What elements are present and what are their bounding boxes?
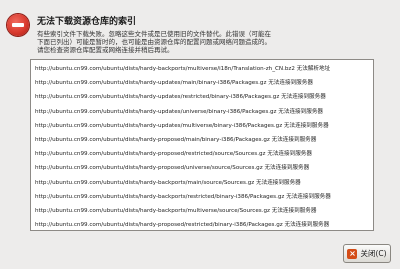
message-line: 请您检查资源仓库配置或网络连接并稍后再试。 <box>37 46 174 54</box>
error-row[interactable]: http://ubuntu.cn99.com/ubuntu/dists/hard… <box>35 207 369 221</box>
close-icon: × <box>347 248 358 259</box>
error-list[interactable]: http://ubuntu.cn99.com/ubuntu/dists/hard… <box>30 59 374 231</box>
close-button[interactable]: × 关闭(C) <box>343 244 391 263</box>
error-row[interactable]: http://ubuntu.cn99.com/ubuntu/dists/hard… <box>35 136 369 150</box>
error-icon <box>7 14 29 36</box>
message-line: 下面已列出）可能是暂时的，也可能是由资源仓库的配置问题或网络问题造成的。 <box>37 38 271 46</box>
error-row[interactable]: http://ubuntu.cn99.com/ubuntu/dists/hard… <box>35 221 369 230</box>
error-row[interactable]: http://ubuntu.cn99.com/ubuntu/dists/hard… <box>35 93 369 107</box>
error-row[interactable]: http://ubuntu.cn99.com/ubuntu/dists/hard… <box>35 164 369 178</box>
close-button-label: 关闭(C) <box>360 249 387 258</box>
error-row[interactable]: http://ubuntu.cn99.com/ubuntu/dists/hard… <box>35 179 369 193</box>
error-row[interactable]: http://ubuntu.cn99.com/ubuntu/dists/hard… <box>35 150 369 164</box>
dialog-title: 无法下载资源仓库的索引 <box>37 17 137 27</box>
message-line: 有些索引文件下载失败。忽略这些文件或是已使用旧的文件替代。此错误（可能在 <box>37 30 271 38</box>
error-row[interactable]: http://ubuntu.cn99.com/ubuntu/dists/hard… <box>35 193 369 207</box>
error-row[interactable]: http://ubuntu.cn99.com/ubuntu/dists/hard… <box>35 79 369 93</box>
error-row[interactable]: http://ubuntu.cn99.com/ubuntu/dists/hard… <box>35 108 369 122</box>
error-row[interactable]: http://ubuntu.cn99.com/ubuntu/dists/hard… <box>35 65 369 79</box>
dialog-message: 有些索引文件下载失败。忽略这些文件或是已使用旧的文件替代。此错误（可能在 下面已… <box>37 30 367 54</box>
error-row[interactable]: http://ubuntu.cn99.com/ubuntu/dists/hard… <box>35 122 369 136</box>
